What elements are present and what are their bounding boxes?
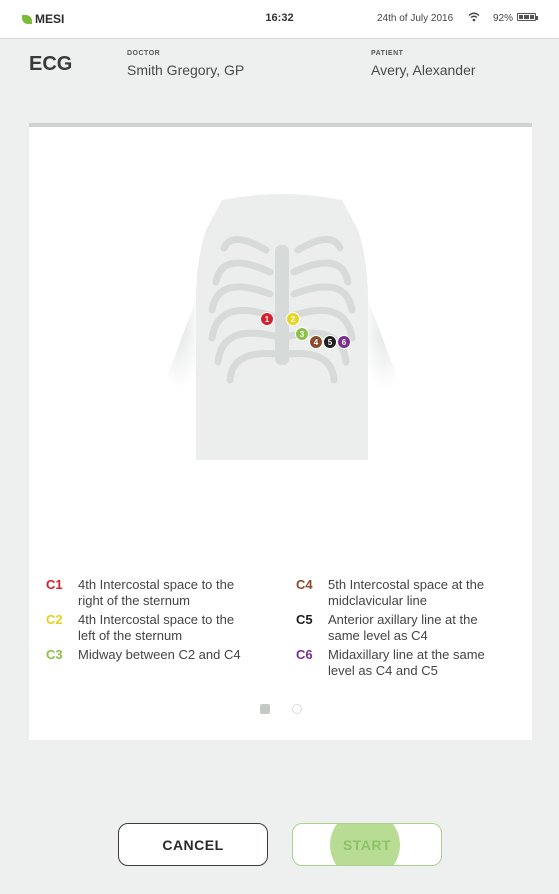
legend-item-c4: C4 5th Intercostal space at the midclavic… — [296, 577, 498, 609]
legend-code: C5 — [296, 612, 313, 627]
patient-name: Avery, Alexander — [371, 62, 476, 78]
start-button-label: START — [342, 836, 392, 853]
legend-item-c6: C6 Midaxillary line at the same level as … — [296, 647, 498, 679]
wifi-icon — [468, 12, 480, 22]
page-dot-active[interactable] — [259, 704, 270, 714]
patient-label: PATIENT — [371, 50, 404, 57]
electrode-marker-3: 3 — [295, 327, 309, 341]
start-button[interactable]: START — [292, 823, 442, 866]
legend-item-c1: C1 4th Intercostal space to the right of … — [46, 577, 248, 609]
legend-code: C4 — [296, 577, 313, 592]
cancel-button-label: CANCEL — [162, 836, 224, 853]
status-bar: MESI 16:32 24th of July 2016 92% — [0, 0, 559, 39]
sternum — [275, 245, 289, 365]
electrode-number: 3 — [300, 330, 305, 339]
legend-item-c5: C5 Anterior axillary line at the same lev… — [296, 612, 498, 644]
legend-description: 4th Intercostal space to the left of the… — [78, 612, 235, 643]
legend-code: C1 — [46, 577, 63, 592]
page-dot[interactable] — [291, 704, 302, 714]
date: 24th of July 2016 — [377, 13, 454, 24]
page-indicator — [29, 704, 532, 714]
legend-code: C6 — [296, 647, 313, 662]
electrode-marker-2: 2 — [286, 312, 300, 326]
electrode-number: 2 — [291, 315, 296, 324]
electrode-marker-1: 1 — [260, 312, 274, 326]
battery-icon — [517, 13, 538, 21]
doctor-name: Smith Gregory, GP — [127, 62, 245, 78]
legend-description: Midway between C2 and C4 — [78, 647, 241, 662]
page-title: ECG — [29, 53, 73, 75]
electrode-number: 1 — [265, 315, 270, 324]
legend-description: Midaxillary line at the same level as C4… — [328, 647, 485, 678]
legend-item-c3: C3 Midway between C2 and C4 — [46, 647, 248, 663]
legend-description: Anterior axillary line at the same level… — [328, 612, 478, 643]
electrode-number: 6 — [342, 338, 347, 347]
header: ECG DOCTOR Smith Gregory, GP PATIENT Ave… — [0, 38, 559, 104]
torso-diagram: 1 234 5 6 — [162, 194, 402, 460]
battery-percent: 92% — [493, 13, 514, 24]
electrode-number: 4 — [314, 338, 319, 347]
electrode-marker-4: 4 — [309, 335, 323, 349]
legend-item-c2: C2 4th Intercostal space to the left of t… — [46, 612, 248, 644]
electrode-placement-card: 1 23456 C1 4th Intercostal space to the ri… — [29, 123, 532, 740]
legend-description: 5th Intercostal space at the midclavicul… — [328, 577, 485, 608]
cancel-button[interactable]: CANCEL — [118, 823, 268, 866]
electrode-marker-5: 5 — [323, 335, 337, 349]
electrode-marker-6: 6 — [337, 335, 351, 349]
legend-code: C3 — [46, 647, 63, 662]
doctor-label: DOCTOR — [127, 50, 161, 57]
legend-description: 4th Intercostal space to the right of th… — [78, 577, 235, 608]
legend-code: C2 — [46, 612, 63, 627]
electrode-number: 5 — [328, 338, 333, 347]
